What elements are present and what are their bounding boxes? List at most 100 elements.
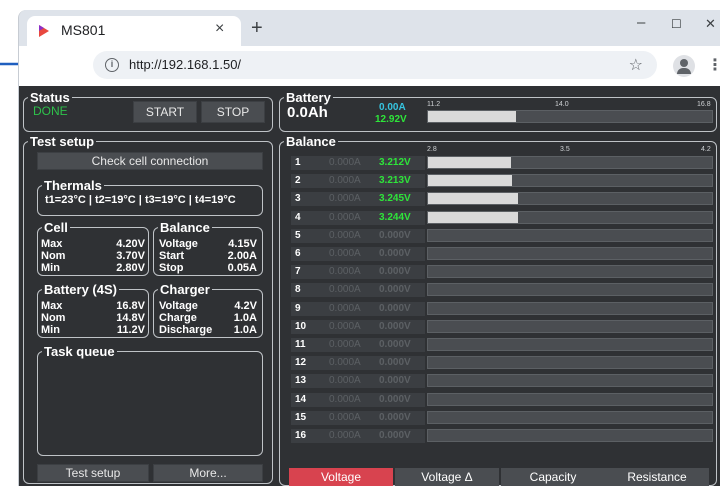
cell-row-value: 4.20V — [116, 238, 145, 250]
browser-window: MS801 × + – ☐ ✕ i http://192.168.1.50/ ☆… — [18, 10, 720, 486]
status-legend: Status — [30, 90, 70, 105]
balance-row-value: 2.00A — [227, 250, 257, 262]
tab-voltage-delta[interactable]: Voltage Δ — [395, 468, 499, 486]
cell-voltage-bar — [427, 410, 713, 424]
browser-tab[interactable]: MS801 × — [27, 16, 241, 46]
balance-settings-legend: Balance — [160, 220, 210, 235]
cell-number: 3 — [295, 193, 301, 205]
cell-current: 0.000A — [329, 229, 361, 241]
battery-row-label: Min — [41, 324, 60, 336]
cell-voltage-bar — [427, 392, 713, 406]
cell-row-info: 15 0.000A 0.000V — [291, 410, 425, 425]
cell-row: 15 0.000A 0.000V — [291, 410, 713, 425]
charger-row-value: 4.2V — [234, 300, 257, 312]
cell-row: 6 0.000A 0.000V — [291, 247, 713, 261]
cell-voltage-fill — [428, 211, 519, 223]
cell-row: 14 0.000A 0.000V — [291, 392, 713, 407]
cell-voltage: 0.000V — [379, 284, 411, 296]
test-setup-button[interactable]: Test setup — [37, 464, 149, 482]
cell-voltage-bar — [427, 228, 713, 242]
cell-current: 0.000A — [329, 339, 361, 350]
battery-level-bar — [427, 110, 713, 123]
cell-row: 3 0.000A 3.245V — [291, 192, 713, 207]
cell-row-label: Nom — [41, 250, 66, 262]
cell-voltage: 0.000V — [379, 430, 411, 441]
cell-row-value: 3.70V — [116, 250, 145, 262]
charger-legend: Charger — [160, 282, 210, 297]
kebab-menu-icon[interactable]: ⋮ — [707, 55, 720, 75]
cell-voltage-bar — [427, 429, 713, 442]
cell-number: 4 — [295, 211, 301, 223]
cell-row-info: 12 0.000A 0.000V — [291, 356, 425, 371]
profile-avatar-icon[interactable] — [673, 55, 695, 77]
cell-voltage-bar — [427, 210, 713, 224]
stop-button[interactable]: STOP — [201, 101, 265, 123]
check-cell-connection-button[interactable]: Check cell connection — [37, 152, 263, 170]
cell-voltage: 3.245V — [379, 193, 411, 205]
cell-number: 16 — [295, 430, 307, 441]
test-setup-legend: Test setup — [30, 134, 95, 149]
cell-number: 5 — [295, 229, 301, 241]
cell-voltage-fill — [428, 157, 512, 168]
cell-row-value: 2.80V — [116, 262, 145, 274]
cell-row: 11 0.000A 0.000V — [291, 338, 713, 352]
cell-current: 0.000A — [329, 157, 361, 168]
battery-settings-legend: Battery (4S) — [44, 282, 117, 297]
more-button[interactable]: More... — [153, 464, 263, 482]
cell-number: 10 — [295, 320, 307, 332]
cell-number: 9 — [295, 302, 301, 314]
close-tab-icon[interactable]: × — [215, 20, 224, 38]
cell-current: 0.000A — [329, 411, 361, 423]
close-window-button[interactable]: ✕ — [705, 16, 716, 32]
battery-voltage: 12.92V — [375, 114, 407, 125]
cell-voltage-bar — [427, 356, 713, 370]
balance-row-label: Voltage — [159, 238, 198, 250]
balance-scale-min: 2.8 — [427, 146, 437, 153]
address-bar[interactable]: i http://192.168.1.50/ ☆ — [93, 51, 657, 79]
minimize-button[interactable]: – — [637, 14, 645, 31]
battery-row-value: 14.8V — [116, 312, 145, 324]
thermals-legend: Thermals — [44, 178, 102, 193]
tab-resistance[interactable]: Resistance — [605, 468, 709, 486]
cell-row: Nom 3.70V — [41, 250, 145, 262]
cell-row: 12 0.000A 0.000V — [291, 356, 713, 371]
cell-voltage: 0.000V — [379, 393, 411, 405]
info-icon[interactable]: i — [105, 58, 119, 72]
balance-row-label: Stop — [159, 262, 184, 274]
cell-voltage: 0.000V — [379, 229, 411, 241]
cell-current: 0.000A — [329, 175, 361, 187]
balance-row: Stop 0.05A — [159, 262, 257, 274]
cell-row-info: 3 0.000A 3.245V — [291, 192, 425, 207]
app-panel: Status DONE START STOP Test setup Check … — [19, 86, 720, 486]
battery-scale-mid: 14.0 — [555, 101, 569, 108]
cell-voltage: 0.000V — [379, 302, 411, 314]
cell-row: 5 0.000A 0.000V — [291, 228, 713, 243]
tab-voltage[interactable]: Voltage — [289, 468, 393, 486]
maximize-button[interactable]: ☐ — [671, 17, 682, 31]
star-icon[interactable]: ☆ — [629, 55, 643, 75]
cell-legend: Cell — [44, 220, 68, 235]
cell-row-info: 13 0.000A 0.000V — [291, 374, 425, 389]
battery-row: Max 16.8V — [41, 300, 145, 312]
cell-row-info: 8 0.000A 0.000V — [291, 283, 425, 298]
cell-row: 7 0.000A 0.000V — [291, 265, 713, 280]
cell-voltage: 0.000V — [379, 357, 411, 369]
balance-scale-mid: 3.5 — [560, 146, 570, 153]
cell-voltage: 0.000V — [379, 375, 411, 387]
balance-row: Start 2.00A — [159, 250, 257, 262]
new-tab-button[interactable]: + — [251, 17, 263, 40]
status-state: DONE — [33, 104, 68, 118]
url-text[interactable]: http://192.168.1.50/ — [129, 57, 241, 72]
charger-row-value: 1.0A — [233, 324, 257, 336]
cell-voltage: 0.000V — [379, 320, 411, 332]
cell-voltage-fill — [428, 193, 519, 205]
cell-row: 4 0.000A 3.244V — [291, 210, 713, 225]
cell-voltage: 3.244V — [379, 211, 411, 223]
cell-row-info: 7 0.000A 0.000V — [291, 265, 425, 280]
cell-row: 16 0.000A 0.000V — [291, 429, 713, 443]
charger-row: Voltage 4.2V — [159, 300, 257, 312]
cell-number: 2 — [295, 175, 301, 187]
start-button[interactable]: START — [133, 101, 197, 123]
cell-row-info: 4 0.000A 3.244V — [291, 210, 425, 225]
tab-capacity[interactable]: Capacity — [501, 468, 605, 486]
